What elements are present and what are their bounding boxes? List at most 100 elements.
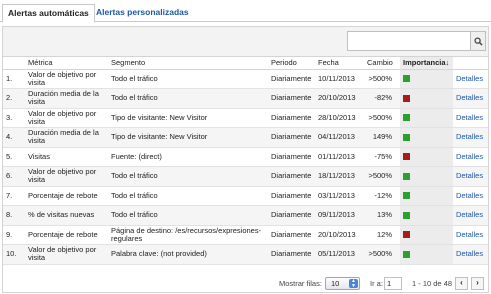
importance-bar: [403, 75, 410, 83]
table-row: 10. Valor de objetivo por visita Palabra c…: [3, 244, 488, 265]
goto-page-input[interactable]: 1: [384, 277, 402, 290]
details-link[interactable]: Detalles: [456, 249, 483, 258]
row-date: 28/10/2013: [315, 108, 364, 128]
table-row: 1. Valor de objetivo por visita Todo el tr…: [3, 69, 488, 89]
col-importance[interactable]: Importancia↓: [400, 57, 453, 70]
row-importance: [400, 166, 453, 187]
row-details-cell: Detalles: [453, 69, 488, 89]
col-actions: [453, 57, 488, 70]
row-importance: [400, 225, 453, 245]
row-metric: Valor de objetivo por visita: [25, 69, 108, 89]
row-metric: Valor de objetivo por visita: [25, 166, 108, 187]
row-change: 13%: [364, 205, 400, 226]
rows-per-page-select[interactable]: 10 ▲ ▼: [325, 277, 360, 290]
row-metric: % de visitas nuevas: [25, 205, 108, 226]
details-link[interactable]: Detalles: [456, 152, 483, 161]
row-segment: Tipo de visitante: New Visitor: [108, 127, 268, 148]
row-metric: Duración media de la visita: [25, 127, 108, 148]
row-index: 1.: [3, 69, 25, 89]
table-row: 2. Duración media de la visita Todo el trá…: [3, 88, 488, 109]
row-date: 10/11/2013: [315, 69, 364, 89]
row-period: Diariamente: [268, 147, 315, 167]
details-link[interactable]: Detalles: [456, 93, 483, 102]
row-period: Diariamente: [268, 205, 315, 226]
row-index: 2.: [3, 88, 25, 109]
prev-page-button[interactable]: ‹: [455, 277, 468, 290]
table-toolbar: [3, 27, 488, 57]
row-date: 05/11/2013: [315, 244, 364, 265]
details-link[interactable]: Detalles: [456, 113, 483, 122]
row-importance: [400, 127, 453, 148]
row-metric: Valor de objetivo por visita: [25, 108, 108, 128]
table-row: 7. Porcentaje de rebote Todo el tráfico Dia…: [3, 186, 488, 206]
importance-bar: [403, 172, 410, 180]
col-date[interactable]: Fecha: [315, 57, 364, 70]
importance-bar: [403, 94, 410, 102]
row-details-cell: Detalles: [453, 186, 488, 206]
details-link[interactable]: Detalles: [456, 230, 483, 239]
row-importance: [400, 205, 453, 226]
details-link[interactable]: Detalles: [456, 74, 483, 83]
row-index: 9.: [3, 225, 25, 245]
row-period: Diariamente: [268, 69, 315, 89]
row-period: Diariamente: [268, 244, 315, 265]
row-segment: Página de destino: /es/recursos/expresio…: [108, 225, 268, 245]
tab-automatic-alerts[interactable]: Alertas automáticas: [2, 4, 95, 23]
col-index: [3, 57, 25, 70]
row-details-cell: Detalles: [453, 147, 488, 167]
col-segment[interactable]: Segmento: [108, 57, 268, 70]
row-change: 149%: [364, 127, 400, 148]
row-importance: [400, 108, 453, 128]
table-row: 5. Visitas Fuente: (direct) Diariamente 01/1…: [3, 147, 488, 167]
search-input[interactable]: [347, 31, 471, 51]
col-change[interactable]: Cambio: [364, 57, 400, 70]
row-period: Diariamente: [268, 225, 315, 245]
row-details-cell: Detalles: [453, 88, 488, 109]
row-date: 20/10/2013: [315, 88, 364, 109]
importance-bar: [403, 250, 410, 258]
row-index: 7.: [3, 186, 25, 206]
col-period[interactable]: Periodo: [268, 57, 315, 70]
row-importance: [400, 69, 453, 89]
details-link[interactable]: Detalles: [456, 171, 483, 180]
row-details-cell: Detalles: [453, 108, 488, 128]
importance-bar: [403, 133, 410, 141]
alerts-table: Métrica Segmento Periodo Fecha Cambio Im…: [3, 57, 488, 265]
search-icon: [474, 37, 483, 46]
row-index: 3.: [3, 108, 25, 128]
row-importance: [400, 244, 453, 265]
row-segment: Tipo de visitante: New Visitor: [108, 108, 268, 128]
row-index: 4.: [3, 127, 25, 148]
row-details-cell: Detalles: [453, 205, 488, 226]
row-period: Diariamente: [268, 127, 315, 148]
row-date: 18/11/2013: [315, 166, 364, 187]
row-details-cell: Detalles: [453, 127, 488, 148]
row-change: >500%: [364, 166, 400, 187]
arrow-down-icon: ↓: [445, 58, 450, 68]
col-metric[interactable]: Métrica: [25, 57, 108, 70]
goto-label: Ir a:: [370, 279, 383, 288]
row-details-cell: Detalles: [453, 225, 488, 245]
row-details-cell: Detalles: [453, 244, 488, 265]
importance-bar: [403, 153, 410, 161]
row-period: Diariamente: [268, 88, 315, 109]
search-button[interactable]: [470, 31, 486, 51]
row-period: Diariamente: [268, 166, 315, 187]
row-index: 6.: [3, 166, 25, 187]
tab-custom-alerts[interactable]: Alertas personalizadas: [91, 4, 194, 23]
row-index: 8.: [3, 205, 25, 226]
row-segment: Fuente: (direct): [108, 147, 268, 167]
next-page-button[interactable]: ›: [471, 277, 484, 290]
details-link[interactable]: Detalles: [456, 132, 483, 141]
importance-bar: [403, 211, 410, 219]
table-row: 8.% de visitas nuevas Todo el tráfico Diar…: [3, 205, 488, 226]
row-segment: Todo el tráfico: [108, 186, 268, 206]
row-segment: Todo el tráfico: [108, 88, 268, 109]
row-change: >500%: [364, 69, 400, 89]
row-segment: Todo el tráfico: [108, 205, 268, 226]
details-link[interactable]: Detalles: [456, 191, 483, 200]
row-change: >500%: [364, 244, 400, 265]
row-metric: Porcentaje de rebote: [25, 186, 108, 206]
details-link[interactable]: Detalles: [456, 210, 483, 219]
row-change: 12%: [364, 225, 400, 245]
